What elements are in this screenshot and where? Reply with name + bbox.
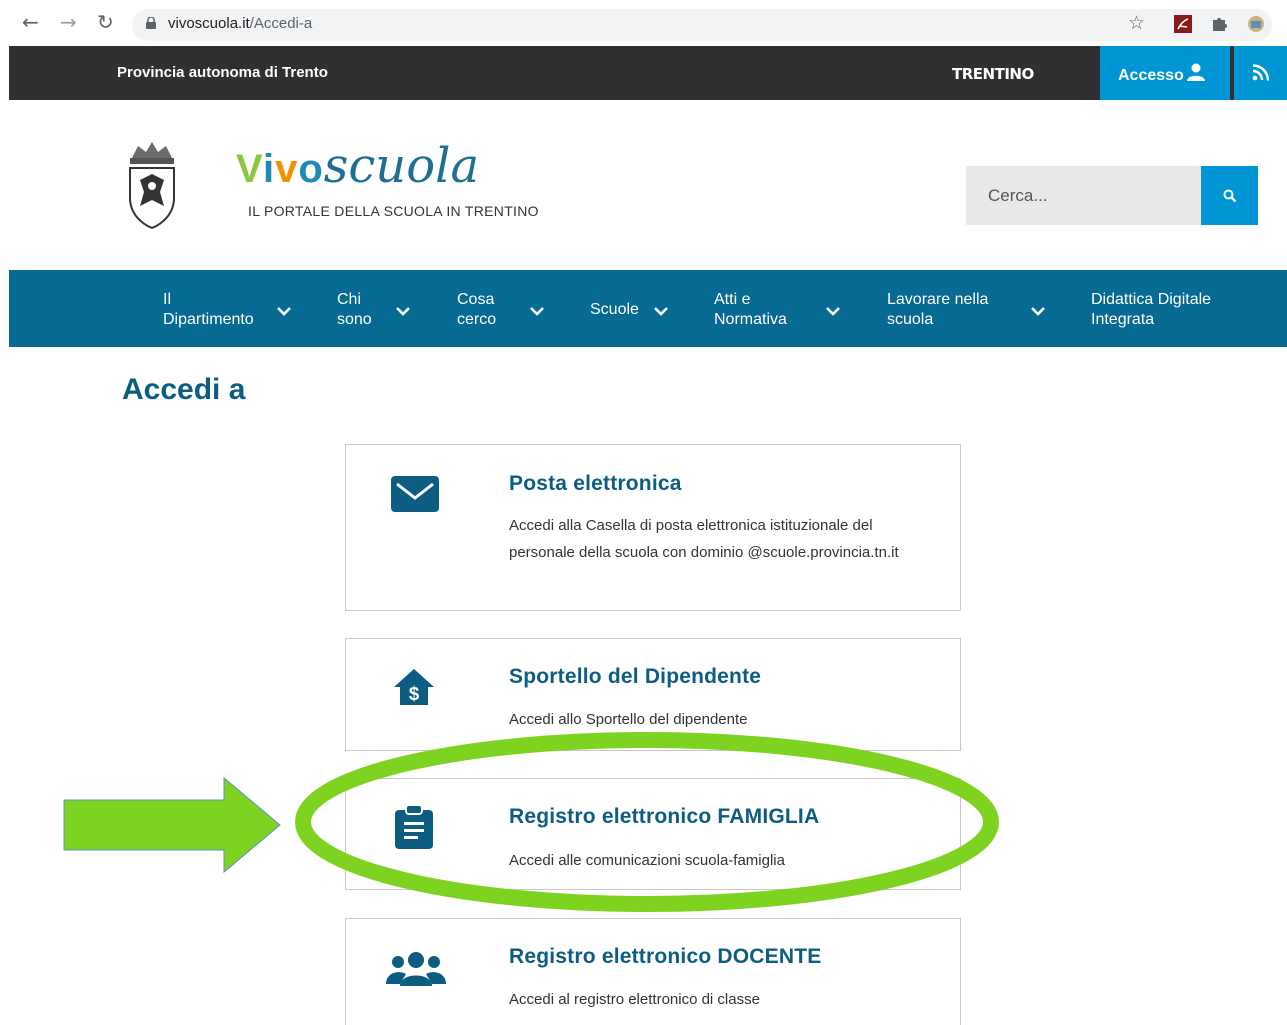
nav-item-scuole[interactable]: Scuole bbox=[590, 300, 639, 320]
green-arrow-annotation bbox=[63, 776, 281, 874]
nav-item-didattica[interactable]: Didattica Digitale Integrata bbox=[1091, 290, 1211, 330]
card-title[interactable]: Registro elettronico DOCENTE bbox=[509, 945, 821, 969]
clipboard-icon bbox=[395, 804, 433, 849]
search-icon bbox=[1223, 189, 1237, 203]
card-title[interactable]: Sportello del Dipendente bbox=[509, 665, 761, 689]
trentino-logo[interactable]: TRENTINO bbox=[952, 65, 1034, 83]
institution-name[interactable]: Provincia autonoma di Trento bbox=[117, 64, 328, 81]
card-description: Accedi alla Casella di posta elettronica… bbox=[509, 517, 899, 561]
star-icon[interactable]: ☆ bbox=[1128, 12, 1148, 34]
card-description: Accedi al registro elettronico di classe bbox=[509, 991, 760, 1008]
site-tagline: IL PORTALE DELLA SCUOLA IN TRENTINO bbox=[248, 203, 539, 219]
main-navigation: Il Dipartimento Chi sono Cosa cerco Scuo… bbox=[9, 270, 1287, 347]
chevron-down-icon[interactable] bbox=[653, 305, 669, 317]
nav-label: Chi sono bbox=[337, 291, 372, 328]
chevron-down-icon[interactable] bbox=[529, 305, 545, 317]
access-label: Accesso bbox=[1118, 67, 1184, 84]
nav-item-chi-sono[interactable]: Chi sono bbox=[337, 290, 372, 330]
institution-bar: Provincia autonoma di Trento TRENTINO Ac… bbox=[9, 46, 1287, 100]
nav-label: Lavorare nella scuola bbox=[887, 291, 989, 328]
nav-label: Cosa cerco bbox=[457, 291, 497, 328]
card-registro-docente[interactable]: Registro elettronico DOCENTE Accedi al r… bbox=[345, 918, 961, 1025]
url-text[interactable]: vivoscuola.it/Accedi-a bbox=[168, 15, 312, 32]
house-dollar-icon: $ bbox=[394, 669, 434, 705]
card-registro-famiglia[interactable]: Registro elettronico FAMIGLIA Accedi all… bbox=[345, 778, 961, 890]
coat-of-arms-logo[interactable] bbox=[124, 140, 180, 230]
chevron-down-icon[interactable] bbox=[825, 305, 841, 317]
nav-label: Il Dipartimento bbox=[163, 291, 254, 328]
lock-icon bbox=[146, 17, 156, 29]
extension-icon[interactable] bbox=[1246, 14, 1266, 34]
rss-icon bbox=[1252, 64, 1269, 81]
nav-label: Didattica Digitale Integrata bbox=[1091, 291, 1212, 328]
back-arrow-icon[interactable]: ← bbox=[22, 12, 39, 32]
search-input[interactable] bbox=[966, 166, 1202, 225]
nav-label: Scuole bbox=[590, 301, 639, 318]
nav-item-lavorare[interactable]: Lavorare nella scuola bbox=[887, 290, 988, 330]
card-title[interactable]: Registro elettronico FAMIGLIA bbox=[509, 805, 819, 829]
nav-item-dipartimento[interactable]: Il Dipartimento bbox=[163, 290, 254, 330]
svg-text:$: $ bbox=[409, 684, 420, 705]
nav-label: Atti e Normativa bbox=[714, 291, 787, 328]
browser-toolbar: ← → ↻ vivoscuola.it/Accedi-a ☆ bbox=[0, 0, 1287, 46]
page-title: Accedi a bbox=[122, 373, 246, 406]
card-posta-elettronica[interactable]: Posta elettronica Accedi alla Casella di… bbox=[345, 444, 961, 611]
forward-arrow-icon[interactable]: → bbox=[60, 12, 77, 32]
search-button[interactable] bbox=[1201, 166, 1258, 225]
envelope-icon bbox=[391, 476, 439, 512]
nav-item-atti-normativa[interactable]: Atti e Normativa bbox=[714, 290, 787, 330]
user-icon bbox=[1187, 63, 1205, 81]
pdf-icon[interactable] bbox=[1173, 14, 1193, 34]
url-host: vivoscuola.it bbox=[168, 15, 250, 32]
card-sportello-dipendente[interactable]: $ Sportello del Dipendente Accedi allo S… bbox=[345, 638, 961, 751]
rss-button[interactable] bbox=[1234, 46, 1287, 100]
nav-item-cosa-cerco[interactable]: Cosa cerco bbox=[457, 290, 496, 330]
chevron-down-icon[interactable] bbox=[1030, 305, 1046, 317]
card-description: Accedi allo Sportello del dipendente bbox=[509, 711, 748, 728]
access-button[interactable]: Accesso bbox=[1100, 46, 1230, 100]
vivoscuola-logo[interactable]: Vivoscuola bbox=[236, 140, 479, 195]
url-path: /Accedi-a bbox=[249, 15, 313, 32]
chevron-down-icon[interactable] bbox=[276, 305, 292, 317]
search-field[interactable] bbox=[966, 166, 1202, 225]
card-title[interactable]: Posta elettronica bbox=[509, 472, 682, 496]
puzzle-icon[interactable] bbox=[1210, 14, 1230, 34]
card-description: Accedi alle comunicazioni scuola-famigli… bbox=[509, 852, 785, 869]
chevron-down-icon[interactable] bbox=[395, 305, 411, 317]
reload-icon[interactable]: ↻ bbox=[97, 12, 114, 32]
users-icon bbox=[386, 952, 446, 986]
